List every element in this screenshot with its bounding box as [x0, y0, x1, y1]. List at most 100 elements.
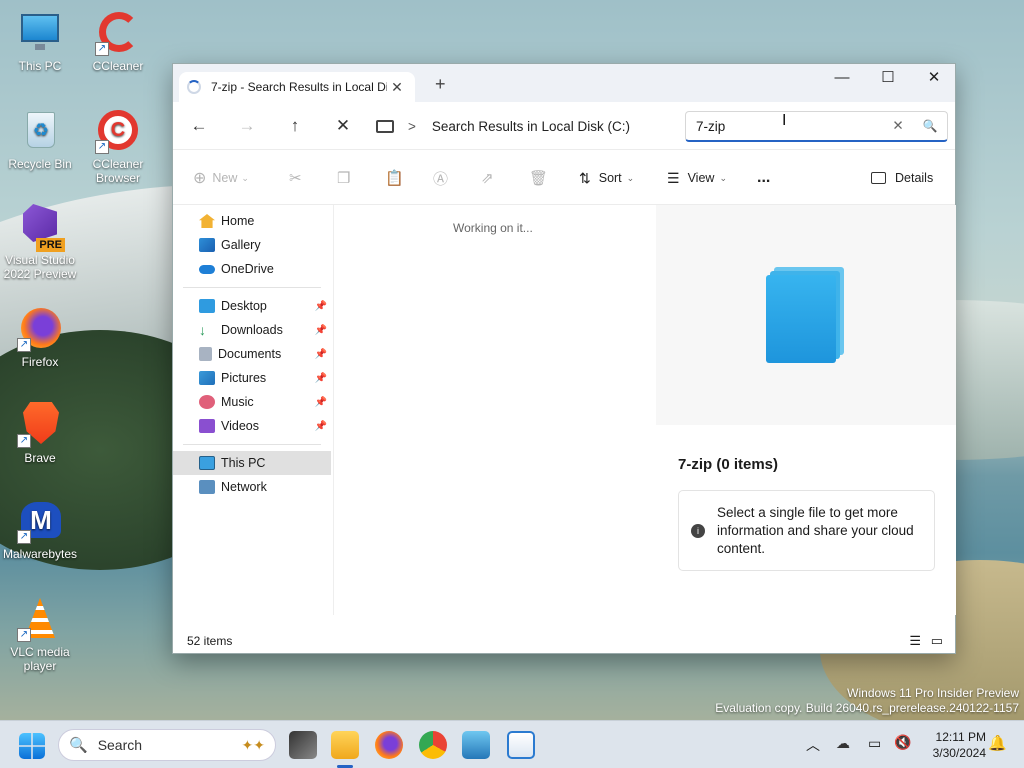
see-more-button[interactable]: ...: [757, 168, 770, 188]
preview-area: [656, 205, 956, 425]
back-button[interactable]: ←: [187, 114, 211, 138]
nav-item-pictures[interactable]: Pictures 📌: [173, 366, 331, 390]
ccleaner-browser-icon: C ↗: [95, 108, 141, 154]
nav-label: Network: [221, 480, 267, 494]
search-input[interactable]: 7-zip: [696, 119, 883, 134]
desktop-icon-ccleaner-browser[interactable]: C ↗ CCleaner Browser: [78, 108, 158, 185]
monitor-icon: [17, 10, 63, 56]
nav-item-music[interactable]: Music 📌: [173, 390, 331, 414]
nav-item-home[interactable]: Home: [173, 209, 331, 233]
chrome-taskbar-icon[interactable]: [419, 731, 447, 759]
nav-label: Downloads: [221, 323, 283, 337]
delete-button[interactable]: 🗑: [529, 168, 548, 188]
clock[interactable]: 12:11 PM 3/30/2024: [914, 729, 986, 761]
brave-icon: ↗: [17, 402, 63, 448]
home-icon: [199, 214, 215, 228]
desktop-icon-recycle-bin[interactable]: ♻ Recycle Bin: [0, 108, 80, 171]
nav-item-videos[interactable]: Videos 📌: [173, 414, 331, 438]
nav-item-desktop[interactable]: Desktop 📌: [173, 294, 331, 318]
monitor-icon: [199, 456, 215, 470]
computer-icon: [376, 119, 394, 133]
clear-search-icon[interactable]: ✕: [883, 118, 913, 134]
notification-bell-icon[interactable]: 🔔: [988, 734, 1007, 752]
details-view-icon[interactable]: ☰: [909, 629, 921, 653]
nav-item-gallery[interactable]: Gallery: [173, 233, 331, 257]
details-info-text: Select a single file to get more informa…: [717, 504, 914, 556]
large-icons-view-icon[interactable]: ▭: [931, 629, 943, 653]
desktop-icon-ccleaner[interactable]: ↗ CCleaner: [78, 10, 158, 73]
pin-icon: 📌: [314, 300, 327, 312]
desktop-icon-label: VLC media player: [10, 645, 70, 673]
sort-icon: ⇅: [579, 169, 591, 186]
gallery-icon: [199, 238, 215, 252]
clock-time: 12:11 PM: [935, 730, 986, 744]
file-explorer-taskbar-icon[interactable]: [331, 731, 359, 759]
firefox-taskbar-icon[interactable]: [375, 731, 403, 759]
network-tray-icon[interactable]: ▭: [868, 735, 881, 752]
desktop-icon-firefox[interactable]: ↗ Firefox: [0, 306, 80, 369]
maximize-button[interactable]: ☐: [865, 64, 911, 94]
close-button[interactable]: ✕: [911, 64, 957, 94]
nav-item-this-pc[interactable]: This PC: [173, 451, 331, 475]
tab-search-results[interactable]: 7-zip - Search Results in Local Disk (C:…: [179, 72, 415, 102]
task-view-icon[interactable]: [289, 731, 317, 759]
ccleaner-icon: ↗: [95, 10, 141, 56]
new-button[interactable]: ⊕ New ⌄: [193, 168, 249, 188]
desktop-icon-label: This PC: [18, 59, 62, 73]
chevron-up-icon[interactable]: ︿: [806, 735, 820, 755]
stop-button[interactable]: ✕: [331, 114, 355, 138]
pin-icon: 📌: [314, 324, 327, 336]
video-icon: [199, 419, 215, 433]
nav-label: Desktop: [221, 299, 267, 313]
desktop-icon-vlc[interactable]: ↗ VLC media player: [0, 596, 80, 673]
details-pane-button[interactable]: Details: [871, 168, 933, 188]
status-bar: 52 items ☰ ▭: [173, 629, 955, 653]
nav-label: This PC: [221, 456, 266, 470]
onedrive-tray-icon[interactable]: ☁: [836, 735, 850, 752]
control-panel-taskbar-icon[interactable]: [462, 731, 490, 759]
paste-button[interactable]: 📋: [385, 168, 404, 188]
desktop-icon-brave[interactable]: ↗ Brave: [0, 402, 80, 465]
cut-button[interactable]: ✂: [289, 168, 302, 188]
download-icon: ↓: [199, 322, 206, 338]
tab-title: 7-zip - Search Results in Local Disk (C:…: [211, 80, 387, 94]
details-pane: 7-zip (0 items) i Select a single file t…: [656, 205, 956, 615]
minimize-button[interactable]: —: [819, 64, 865, 94]
navigation-pane: Home Gallery OneDrive Desktop 📌 ↓ Download…: [173, 205, 331, 615]
nav-item-network[interactable]: Network: [173, 475, 331, 499]
nav-item-documents[interactable]: Documents 📌: [173, 342, 331, 366]
command-bar: ⊕ New ⌄ ✂ ❐ 📋 Ⓐ ⇗ 🗑 ⇅ Sort ⌄ ☰ View ⌄ ... Deta…: [173, 150, 955, 205]
nav-item-onedrive[interactable]: OneDrive: [173, 257, 331, 281]
tab-close-icon[interactable]: ✕: [387, 79, 407, 96]
search-box[interactable]: 7-zip ✕ 🔍: [685, 111, 948, 142]
sort-button[interactable]: ⇅ Sort ⌄: [579, 168, 634, 188]
clipboard-icon: 📋: [385, 170, 404, 187]
view-button[interactable]: ☰ View ⌄: [667, 168, 727, 188]
nav-label: Music: [221, 395, 254, 409]
nav-item-downloads[interactable]: ↓ Downloads 📌: [173, 318, 331, 342]
breadcrumb-location[interactable]: Search Results in Local Disk (C:): [432, 119, 630, 134]
desktop-icon-this-pc[interactable]: This PC: [0, 10, 80, 73]
address-bar[interactable]: > Search Results in Local Disk (C:): [376, 112, 676, 140]
working-status-text: Working on it...: [453, 221, 533, 235]
nav-label: OneDrive: [221, 262, 274, 276]
share-button[interactable]: ⇗: [481, 168, 494, 188]
desktop-icon-label: CCleaner: [92, 59, 144, 73]
pin-icon: 📌: [314, 348, 327, 360]
desktop-icon-visual-studio[interactable]: PRE Visual Studio 2022 Preview: [0, 204, 80, 281]
volume-muted-icon[interactable]: 🔇: [894, 734, 911, 751]
start-button[interactable]: [19, 733, 45, 759]
search-icon[interactable]: 🔍: [913, 119, 947, 133]
desktop-icon-malwarebytes[interactable]: M ↗ Malwarebytes: [0, 498, 80, 561]
store-taskbar-icon[interactable]: [507, 731, 535, 759]
nav-divider: [183, 444, 321, 445]
rename-button[interactable]: Ⓐ: [433, 168, 448, 188]
breadcrumb-separator: >: [408, 118, 416, 134]
taskbar-search-box[interactable]: 🔍 Search ✦✦: [58, 729, 276, 761]
up-button[interactable]: ↑: [283, 114, 307, 138]
trash-icon: 🗑: [529, 170, 549, 187]
copy-button[interactable]: ❐: [337, 168, 350, 188]
new-tab-button[interactable]: +: [435, 74, 446, 95]
file-list-area[interactable]: Working on it...: [333, 205, 655, 615]
forward-button[interactable]: →: [235, 114, 259, 138]
